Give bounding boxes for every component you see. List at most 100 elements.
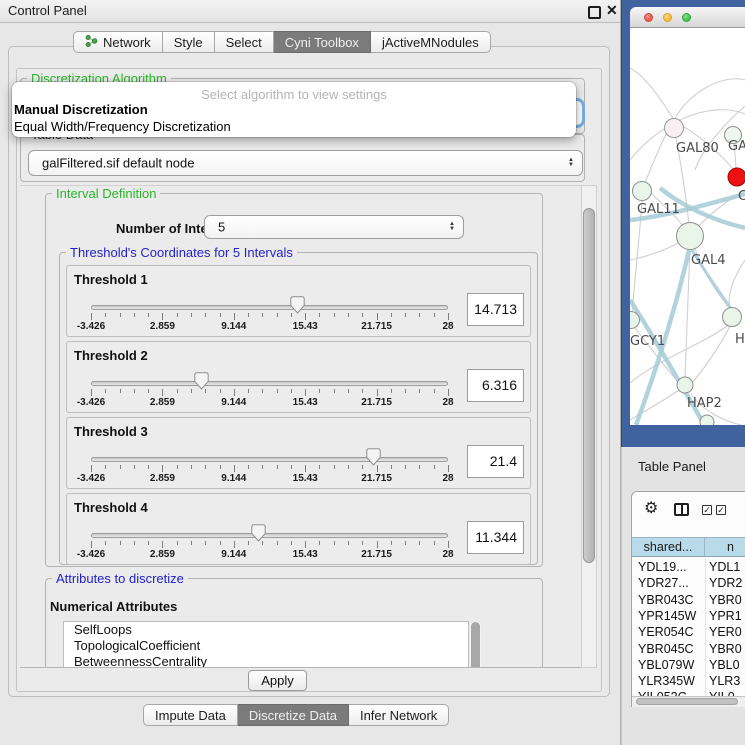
cell-shared-name[interactable]: YLR345W (638, 673, 695, 689)
network-edge[interactable] (630, 324, 730, 383)
network-node-gal11[interactable] (633, 182, 652, 201)
float-window-icon[interactable] (588, 6, 601, 19)
tick-mark (120, 541, 121, 545)
tick-mark (234, 541, 235, 548)
close-window-icon[interactable]: ✕ (606, 2, 618, 19)
cell-shared-name[interactable]: YBL079W (638, 657, 694, 673)
cell-name[interactable]: YLR3 (709, 673, 740, 689)
threshold-3-slider-thumb[interactable] (366, 448, 381, 466)
tick-mark (120, 389, 121, 393)
cell-name[interactable]: YBR0 (709, 641, 742, 657)
threshold-4-value-field[interactable]: 11.344 (467, 521, 524, 554)
table-hscrollbar-thumb[interactable] (636, 698, 738, 705)
tab-infer-network[interactable]: Infer Network (349, 704, 449, 726)
tick-label: -3.426 (77, 473, 105, 484)
select-checkbox-icon[interactable]: ✓ (716, 505, 726, 515)
attribute-list-item[interactable]: TopologicalCoefficient (64, 638, 468, 654)
threshold-1-value-field[interactable]: 14.713 (467, 293, 524, 326)
cell-shared-name[interactable]: YDL19... (638, 559, 687, 575)
table-columns-icon[interactable] (674, 503, 689, 516)
tab-jactivemnodules[interactable]: jActiveMNodules (371, 31, 491, 53)
network-edge[interactable] (645, 126, 670, 183)
number-of-intervals-select[interactable]: 5 ▲▼ (204, 215, 464, 239)
zoom-traffic-light[interactable] (682, 13, 691, 22)
settings-vertical-scrollbar[interactable] (581, 185, 597, 668)
threshold-4-slider-track[interactable] (91, 533, 448, 538)
table-row[interactable]: YDL19... YDL1 (632, 559, 745, 575)
tab-style[interactable]: Style (163, 31, 215, 53)
apply-button[interactable]: Apply (248, 670, 307, 691)
cell-shared-name[interactable]: YBR045C (638, 641, 694, 657)
threshold-1-slider-track[interactable] (91, 305, 448, 310)
tab-discretize-data[interactable]: Discretize Data (238, 704, 349, 726)
tick-mark (205, 541, 206, 545)
table-row[interactable]: YER054C YER0 (632, 624, 745, 640)
table-rows: YDL19...YDL1YDR27...YDR2YBR043CYBR0YPR14… (632, 558, 745, 696)
threshold-3-slider-track[interactable] (91, 457, 448, 462)
table-data-select[interactable]: galFiltered.sif default node ▲▼ (28, 150, 583, 176)
attribute-list-item[interactable]: SelfLoops (64, 622, 468, 638)
attribute-list-item[interactable]: BetweennessCentrality (64, 654, 468, 668)
network-node[interactable] (700, 415, 714, 425)
network-edge[interactable] (691, 326, 730, 384)
tab-cyni-toolbox[interactable]: Cyni Toolbox (274, 31, 371, 53)
select-checkbox-icon[interactable]: ✓ (702, 505, 712, 515)
cell-shared-name[interactable]: YDR27... (638, 575, 689, 591)
table-horizontal-scrollbar[interactable] (632, 696, 745, 707)
tick-label: 28 (442, 321, 453, 332)
threshold-1-label: Threshold 1 (74, 272, 148, 287)
table-row[interactable]: YBR043C YBR0 (632, 592, 745, 608)
cell-name[interactable]: YIL0 (709, 689, 735, 696)
tick-mark (348, 313, 349, 317)
cell-shared-name[interactable]: YER054C (638, 624, 694, 640)
cell-name[interactable]: YPR1 (709, 608, 742, 624)
column-header-shared-name[interactable]: shared... (632, 538, 705, 556)
table-row[interactable]: YDR27... YDR2 (632, 575, 745, 591)
table-row[interactable]: YIL052C YIL0 (632, 689, 745, 696)
tick-label: 21.715 (361, 549, 392, 560)
attributes-list-scrollbar-thumb[interactable] (471, 622, 480, 668)
table-row[interactable]: YLR345W YLR3 (632, 673, 745, 689)
tab-impute-data[interactable]: Impute Data (143, 704, 238, 726)
threshold-2-value-field[interactable]: 6.316 (467, 369, 524, 402)
table-settings-gear-icon[interactable]: ⚙ (644, 498, 658, 518)
settings-scrollbar-thumb[interactable] (583, 208, 595, 563)
network-node-gal80[interactable] (665, 119, 684, 138)
tick-mark (277, 541, 278, 545)
network-node-hap2[interactable] (677, 377, 693, 393)
tab-select[interactable]: Select (215, 31, 274, 53)
cell-name[interactable]: YDL1 (709, 559, 740, 575)
table-row[interactable]: YPR145W YPR1 (632, 608, 745, 624)
network-edge[interactable] (729, 260, 745, 308)
popup-item-manual-discretization[interactable]: Manual Discretization (14, 102, 148, 117)
network-edge[interactable] (630, 68, 674, 120)
cell-name[interactable]: YER0 (709, 624, 742, 640)
column-header-name[interactable]: n (727, 538, 734, 556)
cell-shared-name[interactable]: YPR145W (638, 608, 696, 624)
threshold-4-slider-thumb[interactable] (251, 524, 266, 542)
network-node-c[interactable] (728, 168, 745, 186)
threshold-3-value-field[interactable]: 21.4 (467, 445, 524, 478)
threshold-2-slider-track[interactable] (91, 381, 448, 386)
network-node-h[interactable] (723, 308, 742, 327)
threshold-2-slider-thumb[interactable] (194, 372, 209, 390)
table-row[interactable]: YBR045C YBR0 (632, 641, 745, 657)
close-traffic-light[interactable] (644, 13, 653, 22)
tick-mark (91, 313, 92, 320)
cell-name[interactable]: YDR2 (709, 575, 742, 591)
minimize-traffic-light[interactable] (663, 13, 672, 22)
network-canvas[interactable]: GAL80GACGAL11GAL4GCY1HHAP2 (630, 28, 745, 425)
tick-mark (205, 389, 206, 393)
attributes-list-scrollbar[interactable] (470, 621, 481, 668)
network-edge[interactable] (674, 79, 745, 120)
popup-item-equal-width-frequency[interactable]: Equal Width/Frequency Discretization (14, 119, 231, 134)
cell-shared-name[interactable]: YBR043C (638, 592, 694, 608)
table-row[interactable]: YBL079W YBL0 (632, 657, 745, 673)
tick-label: 9.144 (221, 473, 246, 484)
cell-shared-name[interactable]: YIL052C (638, 689, 687, 696)
cell-name[interactable]: YBL0 (709, 657, 740, 673)
cell-name[interactable]: YBR0 (709, 592, 742, 608)
tab-network[interactable]: Network (73, 31, 163, 53)
network-node-gal4[interactable] (677, 223, 704, 250)
threshold-1-slider-thumb[interactable] (290, 296, 305, 314)
